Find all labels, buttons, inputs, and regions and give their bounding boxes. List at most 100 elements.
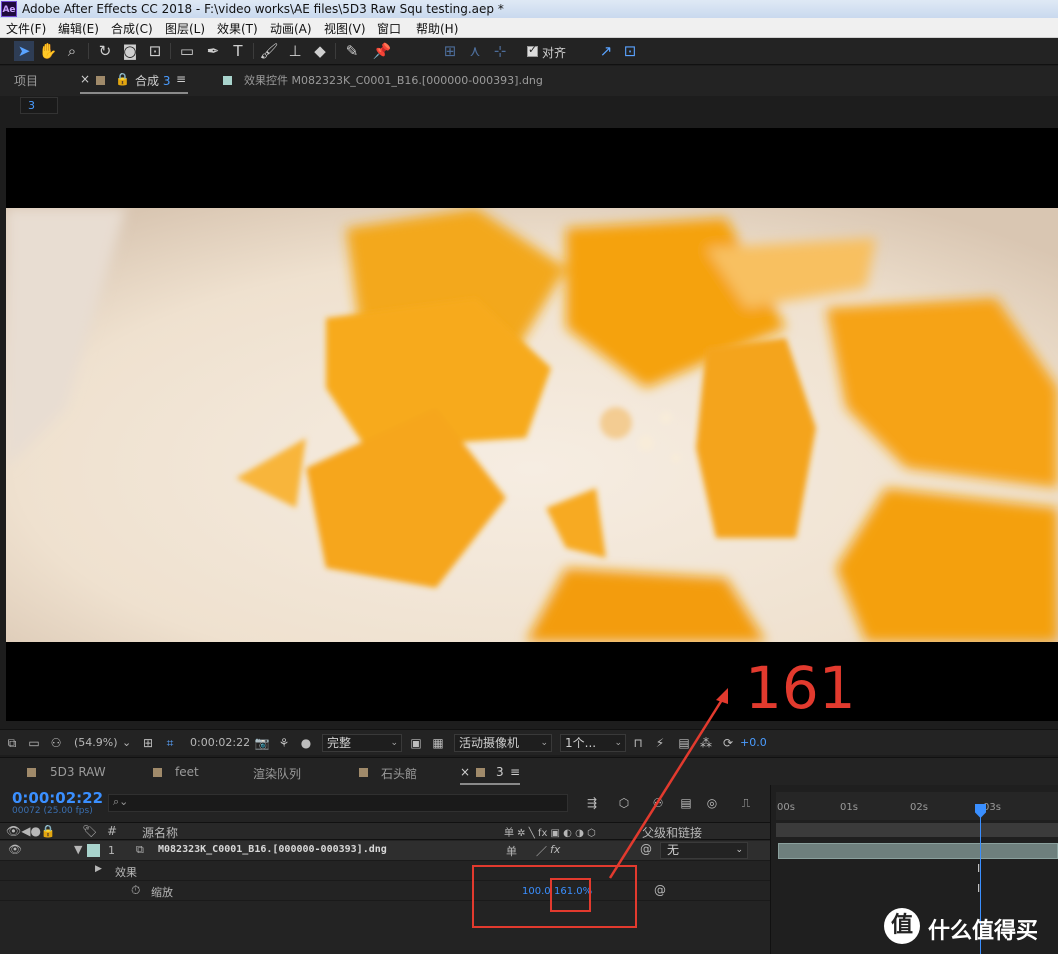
zoom-tool-icon[interactable]: ⌕ [62, 41, 82, 61]
snap-checkbox[interactable] [527, 43, 538, 57]
fast-previews-icon[interactable]: ▣ [408, 735, 424, 751]
menu-composition[interactable]: 合成(C) [111, 20, 153, 37]
clone-stamp-tool-icon[interactable]: ⊥ [285, 41, 305, 61]
frame-blending-icon[interactable]: ▤ [678, 795, 694, 811]
visibility-eye-icon[interactable]: 👁 [8, 843, 22, 856]
current-time-display[interactable]: 0:00:02:22 [12, 789, 103, 807]
show-snapshot-icon[interactable]: ⚘ [276, 735, 292, 751]
pickwhip-icon[interactable]: @ [654, 883, 666, 897]
resolution-select[interactable]: 完整 ⌄ [322, 734, 402, 752]
flowchart-icon[interactable]: ⁂ [698, 735, 714, 751]
menu-animation[interactable]: 动画(A) [270, 20, 312, 37]
graph-editor-icon[interactable]: ⎍ [738, 795, 754, 811]
panel-menu-icon[interactable]: ≡ [176, 72, 186, 86]
local-axis-icon[interactable]: ⊞ [440, 41, 460, 61]
tab-feet[interactable]: feet [175, 765, 199, 779]
tab-stone[interactable]: 石头館 [381, 765, 417, 782]
brush-tool-icon[interactable]: 🖌 [259, 41, 279, 61]
effect-switch-icon[interactable]: fx [550, 843, 560, 856]
layer-duration-bar[interactable] [778, 843, 1058, 859]
puppet-pin-tool-icon[interactable]: 📌 [372, 41, 392, 61]
camera-tool-icon[interactable]: ◙ [120, 41, 140, 61]
region-of-interest-icon[interactable]: ⌗ [162, 735, 178, 751]
layer-row[interactable]: 👁 ▼ 1 ⧉ M082323K_C0001_B16.[000000-00039… [0, 841, 770, 861]
tab-render-queue[interactable]: 渲染队列 [253, 765, 301, 782]
menu-layer[interactable]: 图层(L) [165, 20, 205, 37]
shy-layers-icon[interactable]: ⚇ [650, 795, 666, 811]
quality-switch-icon[interactable]: ／ [536, 843, 547, 859]
toggle-pixel-aspect-icon[interactable]: ⊓ [630, 735, 646, 751]
safe-margins-icon[interactable]: ⊞ [140, 735, 156, 751]
tab-composition[interactable]: 合成 3 [135, 72, 170, 89]
watermark: 值 什么值得买 [884, 908, 1054, 948]
draft-3d-icon[interactable]: ⬡ [616, 795, 632, 811]
always-preview-icon[interactable]: ⧉ [4, 735, 20, 751]
menu-file[interactable]: 文件(F) [6, 20, 46, 37]
type-tool-icon[interactable]: T [228, 41, 248, 61]
chevron-down-icon[interactable]: ⌄ [122, 736, 131, 749]
lock-icon[interactable]: 🔒 [115, 72, 130, 86]
mask-visibility-icon[interactable]: ⚇ [48, 735, 64, 751]
roto-brush-tool-icon[interactable]: ✎ [342, 41, 362, 61]
pen-tool-icon[interactable]: ✒ [203, 41, 223, 61]
twirl-down-icon[interactable]: ▼ [74, 843, 82, 856]
timeline-search-input[interactable]: ⌕⌄ [108, 794, 568, 812]
tab-effect-controls[interactable]: 效果控件 M082323K_C0001_B16.[000000-000393].… [244, 72, 543, 88]
shy-switch-icon[interactable]: 单 [506, 843, 517, 859]
fast-preview-toggle-icon[interactable]: ⚡ [652, 735, 668, 751]
source-name-header[interactable]: 源名称 [142, 824, 178, 841]
menu-window[interactable]: 窗口 [377, 20, 401, 37]
comp-mini-flowchart-icon[interactable]: ⇶ [584, 795, 600, 811]
frame-info: 00072 (25.00 fps) [12, 806, 93, 816]
close-icon[interactable]: × [80, 72, 90, 86]
close-icon[interactable]: × [460, 765, 470, 779]
exposure-value[interactable]: +0.0 [740, 736, 767, 749]
tab-project[interactable]: 项目 [14, 72, 38, 89]
pickwhip-icon[interactable]: @ [640, 842, 652, 856]
camera-select[interactable]: 活动摄像机 ⌄ [454, 734, 552, 752]
parent-select[interactable]: 无 ⌄ [660, 842, 748, 859]
menu-view[interactable]: 视图(V) [324, 20, 366, 37]
snap-extend-icon[interactable]: ⊡ [620, 41, 640, 61]
zoom-level[interactable]: (54.9%) [74, 736, 118, 749]
scale-property-row[interactable]: ⏱ 缩放 100.0 161.0% @ [0, 881, 770, 901]
window-title: Adobe After Effects CC 2018 - F:\video w… [22, 2, 504, 16]
eraser-tool-icon[interactable]: ◆ [310, 41, 330, 61]
tab-5d3-raw[interactable]: 5D3 RAW [50, 765, 106, 779]
twirl-right-icon[interactable]: ▶ [95, 864, 102, 874]
menu-help[interactable]: 帮助(H) [416, 20, 458, 37]
monitor-icon[interactable]: ▭ [26, 735, 42, 751]
color-channels-icon[interactable]: ● [298, 735, 314, 751]
comp-tab-number: 3 [162, 74, 171, 88]
snapshot-icon[interactable]: 📷 [254, 735, 270, 751]
transparency-grid-icon[interactable]: ▦ [430, 735, 446, 751]
rotate-tool-icon[interactable]: ↻ [95, 41, 115, 61]
work-area-bar[interactable] [776, 823, 1058, 837]
selection-tool-icon[interactable]: ➤ [14, 41, 34, 61]
stopwatch-icon[interactable]: ⏱ [131, 883, 140, 898]
effects-group-row[interactable]: ▶ 效果 [0, 861, 770, 881]
world-axis-icon[interactable]: ⋏ [465, 41, 485, 61]
tab-comp-3[interactable]: 3 [496, 765, 504, 779]
motion-blur-icon[interactable]: ◎ [704, 795, 720, 811]
menu-effect[interactable]: 效果(T) [217, 20, 258, 37]
parent-link-header[interactable]: 父级和链接 [642, 824, 702, 841]
views-select[interactable]: 1个... ⌄ [560, 734, 626, 752]
rectangle-tool-icon[interactable]: ▭ [177, 41, 197, 61]
viewer-timecode[interactable]: 0:00:02:22 [190, 736, 250, 749]
reset-exposure-icon[interactable]: ⟳ [720, 735, 736, 751]
panel-menu-icon[interactable]: ≡ [510, 765, 520, 779]
ruler-label: 01s [840, 802, 858, 813]
view-axis-icon[interactable]: ⊹ [490, 41, 510, 61]
viewer-controls: ⧉ ▭ ⚇ (54.9%) ⌄ ⊞ ⌗ 0:00:02:22 📷 ⚘ ● 完整 … [0, 729, 1058, 755]
layer-name[interactable]: M082323K_C0001_B16.[000000-000393].dng [158, 844, 387, 855]
comp-navigator-field[interactable]: 3 [20, 97, 58, 114]
snap-options-icon[interactable]: ↗ [596, 41, 616, 61]
timeline-icon[interactable]: ▤ [676, 735, 692, 751]
ruler-label: 02s [910, 802, 928, 813]
hand-tool-icon[interactable]: ✋ [38, 41, 58, 61]
layer-label-swatch[interactable] [87, 844, 100, 857]
menu-edit[interactable]: 编辑(E) [58, 20, 99, 37]
pan-behind-tool-icon[interactable]: ⊡ [145, 41, 165, 61]
scale-label: 缩放 [151, 886, 173, 899]
